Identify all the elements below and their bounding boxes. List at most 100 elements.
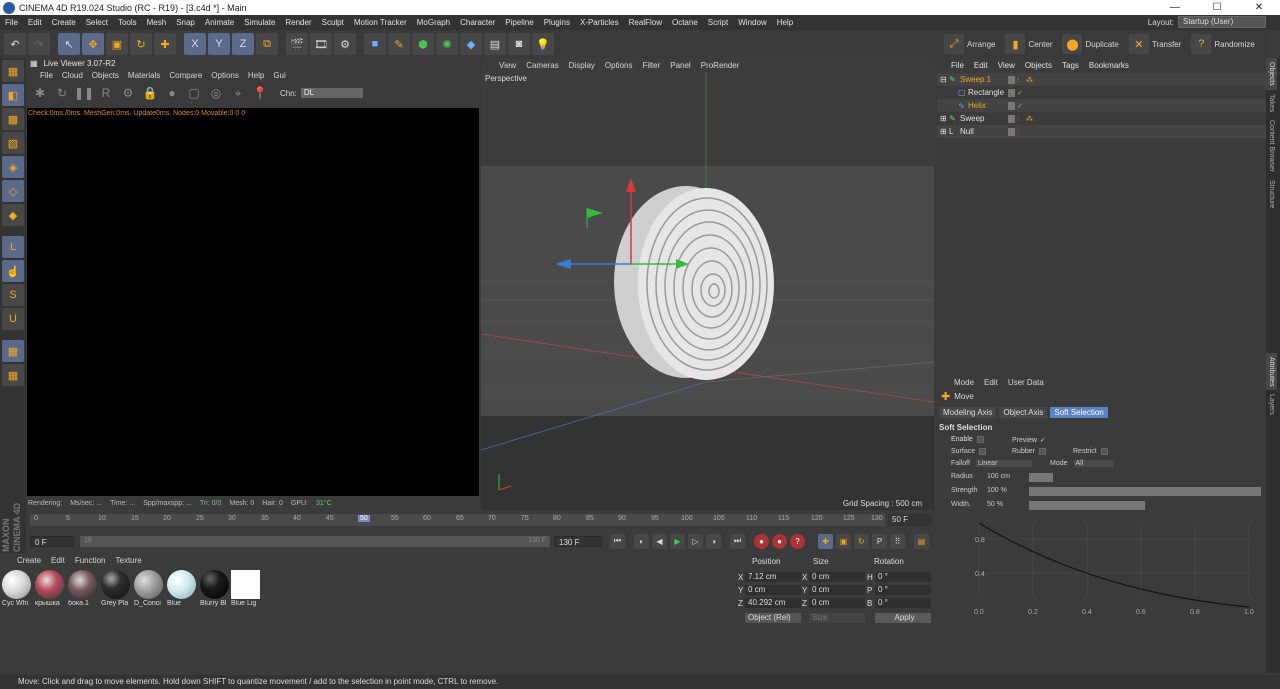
falloff-graph[interactable]: 0.8 0.4 bbox=[963, 513, 1261, 609]
mode-dropdown[interactable]: All bbox=[1073, 460, 1114, 467]
snap-icon[interactable]: S bbox=[2, 284, 24, 306]
send-scene-icon[interactable]: ✱ bbox=[32, 85, 48, 101]
mat-menu-function[interactable]: Function bbox=[75, 556, 106, 565]
om-menu-bookmarks[interactable]: Bookmarks bbox=[1089, 61, 1129, 70]
next-frame-icon[interactable]: ▷ bbox=[688, 533, 703, 549]
key-scale-icon[interactable]: ▣ bbox=[836, 533, 851, 549]
range-end-field[interactable]: 130 F bbox=[554, 535, 602, 547]
texture-mode-icon[interactable]: ▩ bbox=[2, 108, 24, 130]
restart-icon[interactable]: ↻ bbox=[54, 85, 70, 101]
settings-gear-icon[interactable]: ⚙ bbox=[120, 85, 136, 101]
menu-mesh[interactable]: Mesh bbox=[142, 18, 172, 27]
center-button[interactable]: ▮ Center bbox=[1005, 34, 1052, 54]
axis-y-button[interactable]: Y bbox=[208, 33, 230, 55]
coordinate-mode-dropdown[interactable]: Object (Rel) bbox=[745, 613, 801, 623]
menu-x-particles[interactable]: X-Particles bbox=[575, 18, 624, 27]
material-swatch[interactable] bbox=[167, 570, 196, 599]
autokey-icon[interactable]: ● bbox=[772, 533, 787, 549]
material-swatch[interactable] bbox=[231, 570, 260, 599]
apply-button[interactable]: Apply bbox=[875, 613, 931, 623]
tab-attributes[interactable]: Attributes bbox=[1266, 352, 1277, 391]
go-to-end-icon[interactable]: ⏭ bbox=[730, 533, 745, 549]
vp-menu-display[interactable]: Display bbox=[569, 61, 595, 70]
vp-menu-cameras[interactable]: Cameras bbox=[526, 61, 558, 70]
channel-dropdown[interactable]: DL bbox=[300, 88, 363, 98]
strength-slider[interactable] bbox=[1029, 487, 1261, 496]
render-picture-viewer-icon[interactable]: 🎞 bbox=[310, 33, 332, 55]
expand-icon[interactable]: ⊞ bbox=[940, 114, 947, 123]
material-swatch[interactable] bbox=[35, 570, 64, 599]
menu-sculpt[interactable]: Sculpt bbox=[317, 18, 349, 27]
cloner-icon[interactable]: ✺ bbox=[436, 33, 458, 55]
arrange-button[interactable]: ⤢ Arrange bbox=[944, 34, 995, 54]
menu-plugins[interactable]: Plugins bbox=[539, 18, 575, 27]
clay-mode-icon[interactable]: ▢ bbox=[186, 85, 202, 101]
menu-octane[interactable]: Octane bbox=[667, 18, 703, 27]
object-row-helix[interactable]: ∿ Helix ✓ bbox=[937, 99, 1266, 112]
duplicate-button[interactable]: ⬤ Duplicate bbox=[1062, 34, 1119, 54]
timeline-scheme-icon[interactable]: ▤ bbox=[914, 533, 929, 549]
material-swatch[interactable] bbox=[2, 570, 31, 599]
lv-menu-objects[interactable]: Objects bbox=[92, 71, 119, 80]
menu-window[interactable]: Window bbox=[733, 18, 771, 27]
lv-menu-cloud[interactable]: Cloud bbox=[62, 71, 83, 80]
next-key-icon[interactable]: ◑ bbox=[706, 533, 721, 549]
falloff-dropdown[interactable]: Linear bbox=[975, 460, 1032, 467]
pin-icon[interactable]: 📍 bbox=[252, 85, 268, 101]
lv-menu-file[interactable]: File bbox=[40, 71, 53, 80]
size-mode-dropdown[interactable]: Size bbox=[809, 613, 865, 623]
menu-help[interactable]: Help bbox=[772, 18, 798, 27]
tab-takes[interactable]: Takes bbox=[1266, 90, 1277, 116]
rotation-b-field[interactable]: 0 ° bbox=[875, 598, 931, 608]
record-active-icon[interactable]: ● bbox=[754, 533, 769, 549]
key-position-icon[interactable]: ✚ bbox=[818, 533, 833, 549]
menu-animate[interactable]: Animate bbox=[200, 18, 239, 27]
size-z-field[interactable]: 0 cm bbox=[809, 598, 865, 608]
tab-object-axis[interactable]: Object Axis bbox=[999, 407, 1048, 418]
menu-realflow[interactable]: RealFlow bbox=[624, 18, 667, 27]
go-to-start-icon[interactable]: ⏮ bbox=[610, 533, 625, 549]
width-value[interactable]: 50 % bbox=[987, 501, 1003, 508]
om-menu-objects[interactable]: Objects bbox=[1025, 61, 1052, 70]
mat-menu-edit[interactable]: Edit bbox=[51, 556, 65, 565]
close-icon[interactable]: ✕ bbox=[1238, 0, 1280, 15]
material-swatch[interactable] bbox=[134, 570, 163, 599]
restrict-checkbox[interactable] bbox=[1100, 448, 1108, 455]
axis-x-button[interactable]: X bbox=[184, 33, 206, 55]
axis-z-button[interactable]: Z bbox=[232, 33, 254, 55]
edges-mode-icon[interactable]: ◇ bbox=[2, 180, 24, 202]
preview-checkbox[interactable]: ✓ bbox=[1040, 436, 1046, 444]
previous-frame-icon[interactable]: ◀ bbox=[652, 533, 667, 549]
menu-simulate[interactable]: Simulate bbox=[239, 18, 280, 27]
magnet-icon[interactable]: U bbox=[2, 308, 24, 330]
menu-mograph[interactable]: MoGraph bbox=[412, 18, 455, 27]
rotate-tool-icon[interactable]: ↻ bbox=[130, 33, 152, 55]
menu-snap[interactable]: Snap bbox=[171, 18, 200, 27]
vp-menu-view[interactable]: View bbox=[499, 61, 516, 70]
undo-icon[interactable]: ↶ bbox=[4, 33, 26, 55]
material-ball-icon[interactable]: ● bbox=[164, 85, 180, 101]
lv-menu-gui[interactable]: Gui bbox=[273, 71, 285, 80]
tab-objects[interactable]: Objects bbox=[1266, 58, 1277, 90]
current-frame-marker[interactable]: 50 bbox=[358, 515, 370, 522]
deformer-icon[interactable]: ◆ bbox=[460, 33, 482, 55]
menu-edit[interactable]: Edit bbox=[23, 18, 47, 27]
region-render-icon[interactable]: R bbox=[98, 85, 114, 101]
lv-menu-materials[interactable]: Materials bbox=[128, 71, 160, 80]
menu-file[interactable]: File bbox=[0, 18, 23, 27]
rotation-p-field[interactable]: 0 ° bbox=[875, 585, 931, 595]
om-menu-file[interactable]: File bbox=[951, 61, 964, 70]
vp-menu-filter[interactable]: Filter bbox=[642, 61, 660, 70]
menu-create[interactable]: Create bbox=[47, 18, 81, 27]
render-settings-icon[interactable]: ⚙ bbox=[334, 33, 356, 55]
key-pla-icon[interactable]: ⠿ bbox=[890, 533, 905, 549]
tab-content-browser[interactable]: Content Browser bbox=[1266, 116, 1277, 176]
polygons-mode-icon[interactable]: ◆ bbox=[2, 204, 24, 226]
radius-value[interactable]: 100 cm bbox=[987, 473, 1010, 480]
panel-grip-icon[interactable]: ▦ bbox=[30, 59, 38, 68]
maximize-icon[interactable]: ☐ bbox=[1196, 0, 1238, 15]
rubber-checkbox[interactable] bbox=[1038, 448, 1046, 455]
axis-mode-icon[interactable]: L bbox=[2, 236, 24, 258]
scale-tool-icon[interactable]: ▣ bbox=[106, 33, 128, 55]
menu-pipeline[interactable]: Pipeline bbox=[500, 18, 538, 27]
